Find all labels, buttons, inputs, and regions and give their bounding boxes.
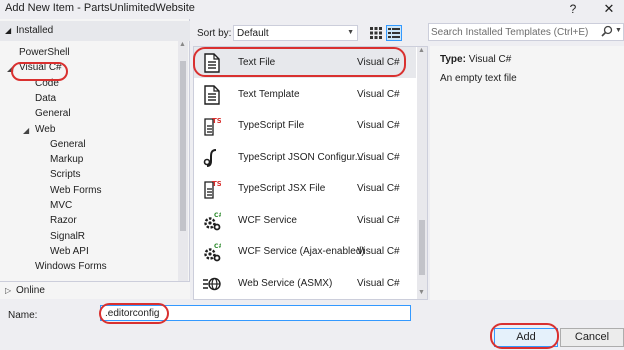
template-search[interactable]: ▼: [428, 23, 624, 41]
grid-view-icon[interactable]: [368, 25, 384, 41]
text-file-icon: [203, 53, 221, 73]
online-label: Online: [16, 285, 45, 296]
tree-item-windows-forms[interactable]: Windows Forms: [35, 261, 107, 272]
text-template-icon: [203, 84, 221, 105]
expand-arrow-icon[interactable]: ◢: [7, 64, 13, 73]
template-language: Visual C#: [357, 183, 400, 194]
installed-header[interactable]: ◢ Installed: [0, 21, 190, 41]
name-label: Name:: [8, 310, 38, 321]
title-bar: Add New Item - PartsUnlimitedWebsite ? ✕: [0, 0, 624, 18]
tree-item-razor[interactable]: Razor: [50, 215, 77, 226]
template-list-scrollbar[interactable]: ▲ ▼: [417, 47, 427, 299]
template-name: WCF Service (Ajax-enabled): [238, 246, 365, 257]
close-button[interactable]: ✕: [598, 0, 620, 18]
name-field[interactable]: [100, 305, 411, 321]
sort-label: Sort by:: [197, 28, 232, 39]
svg-text:C#: C#: [214, 212, 221, 219]
wcf-service-icon: C#: [203, 211, 223, 231]
svg-text:TS: TS: [212, 180, 221, 188]
tree-item-web-api[interactable]: Web API: [50, 246, 89, 257]
svg-text:TS: TS: [212, 117, 221, 125]
tree-item-mvc[interactable]: MVC: [50, 200, 72, 211]
scroll-up-icon[interactable]: ▲: [179, 41, 186, 48]
name-input[interactable]: [105, 307, 405, 320]
list-view-icon[interactable]: [386, 25, 402, 41]
scrollbar-thumb[interactable]: [180, 61, 186, 231]
wcf-ajax-service-icon: C#: [203, 242, 223, 262]
template-item[interactable]: C# WCF Service (Ajax-enabled)Visual C#: [194, 236, 416, 267]
template-language: Visual C#: [357, 246, 400, 257]
template-item[interactable]: TypeScript JSON Configur... Visual C#: [194, 142, 416, 173]
template-name: TypeScript JSON Configur...: [238, 151, 364, 163]
tree-item-scripts[interactable]: Scripts: [50, 169, 81, 180]
template-language: Visual C#: [357, 214, 400, 226]
sort-value: Default: [237, 28, 269, 39]
template-item[interactable]: TS TypeScript JSX File Visual C#: [194, 173, 416, 204]
type-row: Type: Visual C#: [440, 54, 511, 65]
expand-arrow-icon[interactable]: ◢: [23, 126, 29, 135]
template-name: Text File: [238, 57, 276, 68]
sort-dropdown[interactable]: Default ▼: [233, 25, 358, 41]
cancel-button[interactable]: Cancel: [560, 328, 624, 347]
search-icon[interactable]: [601, 25, 613, 39]
window-title: Add New Item - PartsUnlimitedWebsite: [5, 2, 195, 14]
details-pane: Type: Visual C# An empty text file: [430, 46, 624, 300]
template-name: TypeScript JSX File: [238, 183, 326, 194]
svg-text:C#: C#: [214, 243, 221, 250]
template-language: Visual C#: [357, 88, 400, 100]
scroll-up-icon[interactable]: ▲: [418, 47, 425, 54]
template-item[interactable]: Text File Visual C#: [194, 47, 416, 78]
search-input[interactable]: [431, 25, 599, 39]
template-name: TypeScript File: [238, 120, 305, 131]
template-description: An empty text file: [440, 73, 517, 84]
template-item[interactable]: Web Service (ASMX) Visual C#: [194, 268, 416, 299]
web-service-icon: [203, 274, 221, 294]
template-name: WCF Service: [238, 214, 297, 226]
type-label: Type:: [440, 54, 466, 65]
template-language: Visual C#: [357, 120, 400, 131]
tree-item-code[interactable]: Code: [35, 78, 59, 89]
expand-arrow-icon[interactable]: ▷: [5, 286, 11, 295]
tree-item-markup[interactable]: Markup: [50, 154, 83, 165]
category-scrollbar[interactable]: ▲ ▼: [178, 41, 188, 291]
scroll-down-icon[interactable]: ▼: [418, 289, 425, 296]
tree-item-web-forms[interactable]: Web Forms: [50, 185, 102, 196]
typescript-json-config-icon: [203, 148, 221, 168]
template-item[interactable]: C# WCF Service Visual C#: [194, 205, 416, 236]
collapse-arrow-icon[interactable]: ◢: [5, 26, 11, 35]
template-name: Web Service (ASMX): [238, 277, 333, 289]
tree-item-general[interactable]: General: [35, 108, 71, 119]
add-button[interactable]: Add: [494, 328, 558, 347]
tree-item-data[interactable]: Data: [35, 93, 56, 104]
tree-item-signalr[interactable]: SignalR: [50, 231, 85, 242]
template-language: Visual C#: [357, 57, 400, 68]
help-button[interactable]: ?: [562, 0, 584, 18]
type-value: Visual C#: [468, 54, 512, 65]
tree-item-visual-c-[interactable]: Visual C#: [19, 62, 62, 73]
typescript-jsx-file-icon: TS: [203, 179, 222, 199]
tree-item-web[interactable]: Web: [35, 124, 55, 135]
sort-toolbar: Sort by: Default ▼: [193, 22, 408, 44]
template-list: Text File Visual C# Text Template Visual C#…: [193, 46, 428, 300]
template-item[interactable]: Text Template Visual C#: [194, 79, 416, 110]
installed-label: Installed: [16, 25, 54, 36]
online-node[interactable]: ▷ Online: [0, 281, 190, 299]
tree-item-powershell[interactable]: PowerShell: [19, 47, 70, 58]
chevron-down-icon[interactable]: ▼: [615, 27, 622, 34]
tree-item-general[interactable]: General: [50, 139, 86, 150]
template-language: Visual C#: [357, 277, 400, 289]
chevron-down-icon: ▼: [347, 29, 354, 36]
template-name: Text Template: [238, 88, 300, 100]
template-language: Visual C#: [357, 151, 400, 163]
typescript-file-icon: TS: [203, 116, 222, 136]
category-pane: ◢ Installed PowerShell ◢ Visual C# Code Data…: [0, 19, 190, 299]
scrollbar-thumb[interactable]: [419, 220, 425, 275]
template-item[interactable]: TS TypeScript File Visual C#: [194, 110, 416, 141]
